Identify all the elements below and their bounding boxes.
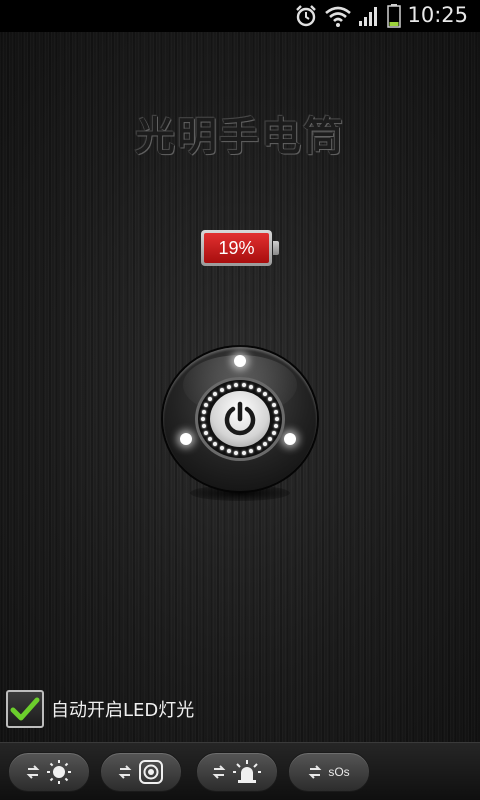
battery-body: 19% xyxy=(201,230,272,266)
battery-percent: 19% xyxy=(204,233,269,263)
power-icon xyxy=(210,391,270,447)
status-time: 10:25 xyxy=(407,3,468,27)
mode-button-sos[interactable]: sOs xyxy=(288,752,370,792)
led-ring-dot xyxy=(208,397,213,401)
led-dot xyxy=(180,433,192,445)
auto-led-row[interactable]: 自动开启LED灯光 xyxy=(6,690,194,728)
auto-led-label: 自动开启LED灯光 xyxy=(51,700,195,721)
led-ring-dot xyxy=(241,450,246,455)
battery-cap xyxy=(273,241,279,255)
led-ring-dot xyxy=(271,403,276,408)
camera-flash-icon xyxy=(139,760,163,784)
led-ring-dot xyxy=(204,430,209,435)
led-ring-dot xyxy=(267,436,272,441)
status-bar: 10:25 xyxy=(0,0,480,32)
led-ring-dot xyxy=(213,391,218,396)
main-panel: 光明手电筒 19% xyxy=(0,32,480,742)
led-ring-dot xyxy=(271,430,276,435)
switch-icon xyxy=(308,765,322,779)
led-ring-dot xyxy=(249,384,254,389)
sos-icon: sOs xyxy=(328,765,350,779)
led-ring-dot xyxy=(201,424,206,429)
switch-icon xyxy=(118,765,132,779)
alarm-icon xyxy=(293,4,319,28)
switch-icon xyxy=(26,765,40,779)
app-title: 光明手电筒 xyxy=(135,114,345,160)
led-ring-dot xyxy=(226,449,231,454)
led-ring-dot xyxy=(274,409,279,414)
power-button[interactable] xyxy=(163,347,317,501)
led-ring-dot xyxy=(201,409,206,414)
led-ring-dot xyxy=(208,436,213,441)
battery-icon xyxy=(385,4,403,28)
bottom-bar: sOs xyxy=(0,742,480,800)
led-ring-dot xyxy=(274,424,279,429)
led-ring-dot xyxy=(234,383,239,388)
mode-button-flash[interactable] xyxy=(100,752,182,792)
wifi-icon xyxy=(324,4,352,28)
siren-icon xyxy=(233,760,261,783)
led-ring-dot xyxy=(204,403,209,408)
led-dot xyxy=(234,355,246,367)
light-icon xyxy=(47,760,71,784)
battery-indicator: 19% xyxy=(201,230,279,266)
led-dot xyxy=(284,433,296,445)
led-ring-dot xyxy=(275,417,279,421)
mode-button-light[interactable] xyxy=(8,752,90,792)
switch-icon xyxy=(212,765,226,779)
signal-icon xyxy=(357,4,381,28)
led-ring-dot xyxy=(201,417,205,421)
led-ring-dot xyxy=(219,446,224,451)
led-ring-dot xyxy=(267,397,272,401)
led-ring-dot xyxy=(219,387,224,392)
led-ring-dot xyxy=(262,442,267,447)
led-ring-dot xyxy=(256,387,261,392)
auto-led-checkbox[interactable] xyxy=(6,690,44,728)
led-ring-dot xyxy=(249,449,254,454)
led-ring-dot xyxy=(234,450,239,455)
checkmark-icon xyxy=(10,697,40,721)
led-ring-dot xyxy=(256,446,261,451)
led-ring-dot xyxy=(241,383,246,388)
led-ring-dot xyxy=(262,391,267,396)
led-ring-dot xyxy=(213,442,218,447)
led-ring-dot xyxy=(226,384,231,389)
mode-button-siren[interactable] xyxy=(196,752,278,792)
